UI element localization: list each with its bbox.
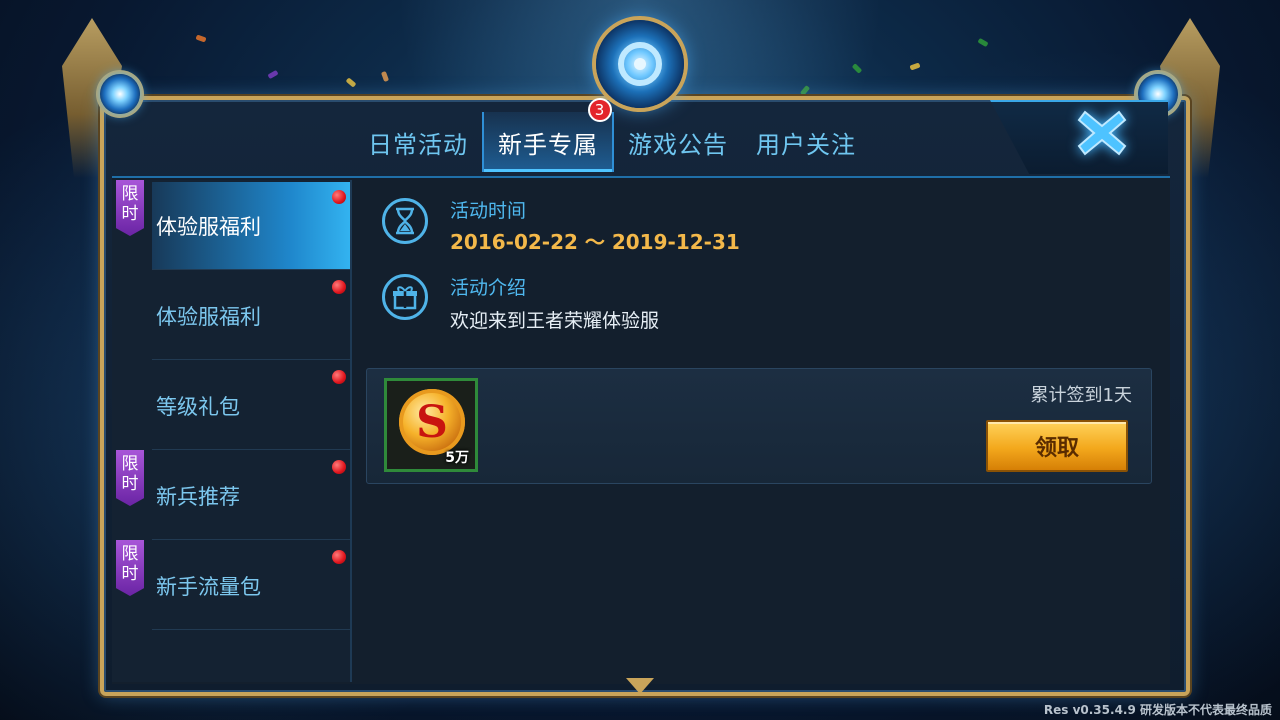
tab-label: 日常活动 (368, 130, 468, 159)
tab-label: 新手专属 (498, 130, 598, 159)
activity-time-range: 2016-02-22 ～ 2019-12-31 (450, 230, 740, 254)
claim-button[interactable]: 领取 (986, 420, 1128, 472)
activity-intro-label: 活动介绍 (450, 277, 527, 299)
close-button[interactable] (1068, 104, 1136, 162)
left-corner-orb (100, 74, 140, 114)
tab-label: 游戏公告 (628, 130, 728, 159)
sidebar-item-level-gift[interactable]: 等级礼包 (152, 362, 350, 450)
sidebar-item-trial-benefit[interactable]: 体验服福利 (152, 182, 350, 270)
reward-item-slot[interactable]: S 5万 (384, 378, 478, 472)
top-emblem-icon (596, 20, 684, 108)
tab-daily-activity[interactable]: 日常活动 (354, 112, 482, 172)
gold-coin-icon: S (399, 389, 465, 455)
sidebar-item-recruit-recommend[interactable]: 新兵推荐 (152, 452, 350, 540)
close-icon (1077, 110, 1127, 156)
sign-in-progress: 累计签到1天 (1030, 385, 1132, 406)
sidebar-item-label: 新兵推荐 (156, 484, 240, 509)
hourglass-icon (382, 198, 428, 244)
tab-label: 用户关注 (756, 130, 856, 159)
tab-bar: 日常活动 新手专属 3 游戏公告 用户关注 (354, 98, 870, 172)
sidebar-item-label: 新手流量包 (156, 574, 261, 599)
tab-game-announcement[interactable]: 游戏公告 (614, 112, 742, 172)
notification-badge: 3 (588, 98, 612, 122)
red-dot-indicator (332, 370, 346, 384)
version-text: Res v0.35.4.9 研发版本不代表最终品质 (1043, 703, 1272, 717)
tab-newbie-exclusive[interactable]: 新手专属 3 (482, 98, 614, 172)
sidebar-item-label: 体验服福利 (156, 214, 261, 239)
activity-time-label: 活动时间 (450, 200, 527, 222)
reward-quantity: 5万 (445, 450, 469, 466)
limited-time-tag: 限时 (116, 540, 144, 596)
red-dot-indicator (332, 550, 346, 564)
limited-time-tag: 限时 (116, 180, 144, 236)
tab-user-follow[interactable]: 用户关注 (742, 112, 870, 172)
red-dot-indicator (332, 190, 346, 204)
activity-intro-text: 欢迎来到王者荣耀体验服 (450, 310, 660, 332)
game-screen: 日常活动 新手专属 3 游戏公告 用户关注 体验服福利 体验服福利 等级礼包 新… (0, 0, 1280, 720)
sidebar-item-label: 等级礼包 (156, 394, 240, 419)
sidebar-item-trial-benefit-2[interactable]: 体验服福利 (152, 272, 350, 360)
red-dot-indicator (332, 280, 346, 294)
gift-icon (382, 274, 428, 320)
sidebar-item-data-pack[interactable]: 新手流量包 (152, 542, 350, 630)
limited-time-tag: 限时 (116, 450, 144, 506)
sidebar-item-label: 体验服福利 (156, 304, 261, 329)
red-dot-indicator (332, 460, 346, 474)
claim-button-label: 领取 (1034, 436, 1079, 461)
